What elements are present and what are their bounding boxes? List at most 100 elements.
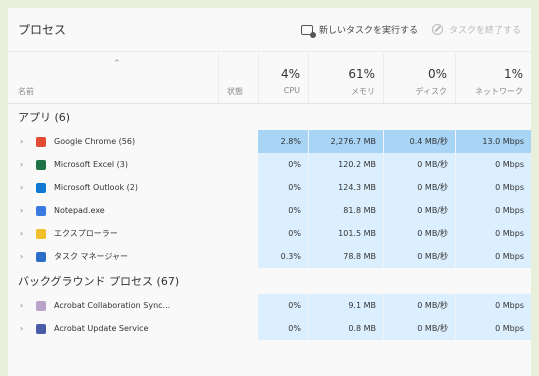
- table-row[interactable]: › Acrobat Collaboration Sync... 0% 9.1 MB 0 …: [8, 294, 531, 317]
- memory-cell: 0.8 MB: [308, 317, 383, 340]
- expand-chevron-icon[interactable]: ›: [20, 229, 36, 238]
- status-cell: [218, 317, 258, 340]
- cpu-cell: 0%: [258, 153, 308, 176]
- expand-chevron-icon[interactable]: ›: [20, 206, 36, 215]
- process-name-cell: › Acrobat Collaboration Sync...: [8, 294, 218, 317]
- memory-cell: 124.3 MB: [308, 176, 383, 199]
- column-status-label: 状態: [227, 87, 243, 96]
- cpu-cell: 2.8%: [258, 130, 308, 153]
- process-name: Microsoft Outlook (2): [54, 183, 138, 192]
- acrobat-update-icon: [36, 323, 46, 334]
- expand-chevron-icon[interactable]: ›: [20, 160, 36, 169]
- cpu-total-pct: 4%: [280, 67, 300, 81]
- process-name-cell: › Acrobat Update Service: [8, 317, 218, 340]
- acrobat-icon: [36, 300, 46, 311]
- disk-cell: 0 MB/秒: [383, 153, 455, 176]
- process-name-cell: › Microsoft Excel (3): [8, 153, 218, 176]
- network-cell: 0 Mbps: [455, 199, 531, 222]
- chrome-icon: [36, 136, 46, 147]
- expand-chevron-icon[interactable]: ›: [20, 252, 36, 261]
- table-row[interactable]: › タスク マネージャー 0.3% 78.8 MB 0 MB/秒 0 Mbps: [8, 245, 531, 268]
- memory-cell: 78.8 MB: [308, 245, 383, 268]
- cpu-cell: 0.3%: [258, 245, 308, 268]
- status-cell: [218, 130, 258, 153]
- process-name: Microsoft Excel (3): [54, 160, 129, 169]
- column-disk-header[interactable]: 0% ディスク: [383, 53, 455, 103]
- toolbar: プロセス 新しいタスクを実行する タスクを終了する: [8, 8, 531, 52]
- cpu-label: CPU: [283, 86, 300, 95]
- process-name-cell: › エクスプローラー: [8, 222, 218, 245]
- end-task-icon: [431, 24, 443, 35]
- table-row[interactable]: › Acrobat Update Service 0% 0.8 MB 0 MB/秒 0 M…: [8, 317, 531, 340]
- disk-cell: 0 MB/秒: [383, 176, 455, 199]
- background-group-header: バックグラウンド プロセス (67): [8, 268, 531, 294]
- status-cell: [218, 245, 258, 268]
- network-cell: 0 Mbps: [455, 294, 531, 317]
- disk-cell: 0 MB/秒: [383, 317, 455, 340]
- folder-icon: [36, 228, 46, 239]
- disk-cell: 0 MB/秒: [383, 294, 455, 317]
- process-table: ⌃ 名前 状態 4% CPU 61% メモリ 0% ディスク 1% ネットワーク: [8, 53, 531, 340]
- memory-cell: 9.1 MB: [308, 294, 383, 317]
- process-name: タスク マネージャー: [54, 252, 128, 261]
- process-name: Acrobat Update Service: [54, 324, 149, 333]
- end-task-label: タスクを終了する: [448, 26, 521, 36]
- network-cell: 0 Mbps: [455, 245, 531, 268]
- new-task-icon: [300, 24, 316, 38]
- column-name-header[interactable]: ⌃ 名前: [8, 53, 218, 103]
- apps-group-label: アプリ (6): [18, 111, 71, 124]
- cpu-cell: 0%: [258, 176, 308, 199]
- cpu-cell: 0%: [258, 199, 308, 222]
- expand-chevron-icon[interactable]: ›: [20, 137, 36, 146]
- table-row[interactable]: › Microsoft Outlook (2) 0% 124.3 MB 0 MB/秒 0 …: [8, 176, 531, 199]
- task-manager-window: プロセス 新しいタスクを実行する タスクを終了する ⌃ 名前 状態 4% CPU: [8, 8, 531, 376]
- expand-chevron-icon[interactable]: ›: [20, 324, 36, 333]
- cpu-cell: 0%: [258, 294, 308, 317]
- background-list: › Acrobat Collaboration Sync... 0% 9.1 MB 0 …: [8, 294, 531, 340]
- excel-icon: [36, 159, 46, 170]
- expand-chevron-icon[interactable]: ›: [20, 183, 36, 192]
- expand-chevron-icon[interactable]: ›: [20, 301, 36, 310]
- network-cell: 0 Mbps: [455, 317, 531, 340]
- end-task-button[interactable]: タスクを終了する: [431, 23, 521, 36]
- process-name-cell: › Microsoft Outlook (2): [8, 176, 218, 199]
- apps-group-header: アプリ (6): [8, 104, 531, 130]
- disk-cell: 0 MB/秒: [383, 245, 455, 268]
- sort-caret-icon: ⌃: [113, 59, 121, 69]
- disk-cell: 0 MB/秒: [383, 222, 455, 245]
- network-label: ネットワーク: [475, 87, 523, 96]
- column-network-header[interactable]: 1% ネットワーク: [455, 53, 531, 103]
- memory-total-pct: 61%: [348, 67, 375, 81]
- memory-cell: 81.8 MB: [308, 199, 383, 222]
- taskmanager-icon: [36, 251, 46, 262]
- column-memory-header[interactable]: 61% メモリ: [308, 53, 383, 103]
- process-name: Notepad.exe: [54, 206, 105, 215]
- network-cell: 13.0 Mbps: [455, 130, 531, 153]
- cpu-cell: 0%: [258, 222, 308, 245]
- column-name-label: 名前: [18, 87, 34, 96]
- status-cell: [218, 294, 258, 317]
- column-status-header[interactable]: 状態: [218, 53, 258, 103]
- new-task-label: 新しいタスクを実行する: [318, 26, 418, 36]
- process-name: Acrobat Collaboration Sync...: [54, 301, 171, 310]
- network-total-pct: 1%: [503, 67, 523, 81]
- disk-total-pct: 0%: [427, 67, 447, 81]
- process-name-cell: › Google Chrome (56): [8, 130, 218, 153]
- memory-cell: 120.2 MB: [308, 153, 383, 176]
- column-cpu-header[interactable]: 4% CPU: [258, 53, 308, 103]
- status-cell: [218, 176, 258, 199]
- status-cell: [218, 199, 258, 222]
- table-row[interactable]: › Microsoft Excel (3) 0% 120.2 MB 0 MB/秒 0 Mb…: [8, 153, 531, 176]
- network-cell: 0 Mbps: [455, 222, 531, 245]
- new-task-button[interactable]: 新しいタスクを実行する: [300, 23, 418, 38]
- table-header: ⌃ 名前 状態 4% CPU 61% メモリ 0% ディスク 1% ネットワーク: [8, 53, 531, 104]
- process-name: エクスプローラー: [54, 229, 118, 238]
- memory-cell: 2,276.7 MB: [308, 130, 383, 153]
- table-row[interactable]: › Notepad.exe 0% 81.8 MB 0 MB/秒 0 Mbps: [8, 199, 531, 222]
- table-row[interactable]: › エクスプローラー 0% 101.5 MB 0 MB/秒 0 Mbps: [8, 222, 531, 245]
- status-cell: [218, 153, 258, 176]
- disk-label: ディスク: [415, 87, 447, 96]
- table-row[interactable]: › Google Chrome (56) 2.8% 2,276.7 MB 0.4 MB/…: [8, 130, 531, 153]
- memory-label: メモリ: [351, 87, 375, 96]
- cpu-cell: 0%: [258, 317, 308, 340]
